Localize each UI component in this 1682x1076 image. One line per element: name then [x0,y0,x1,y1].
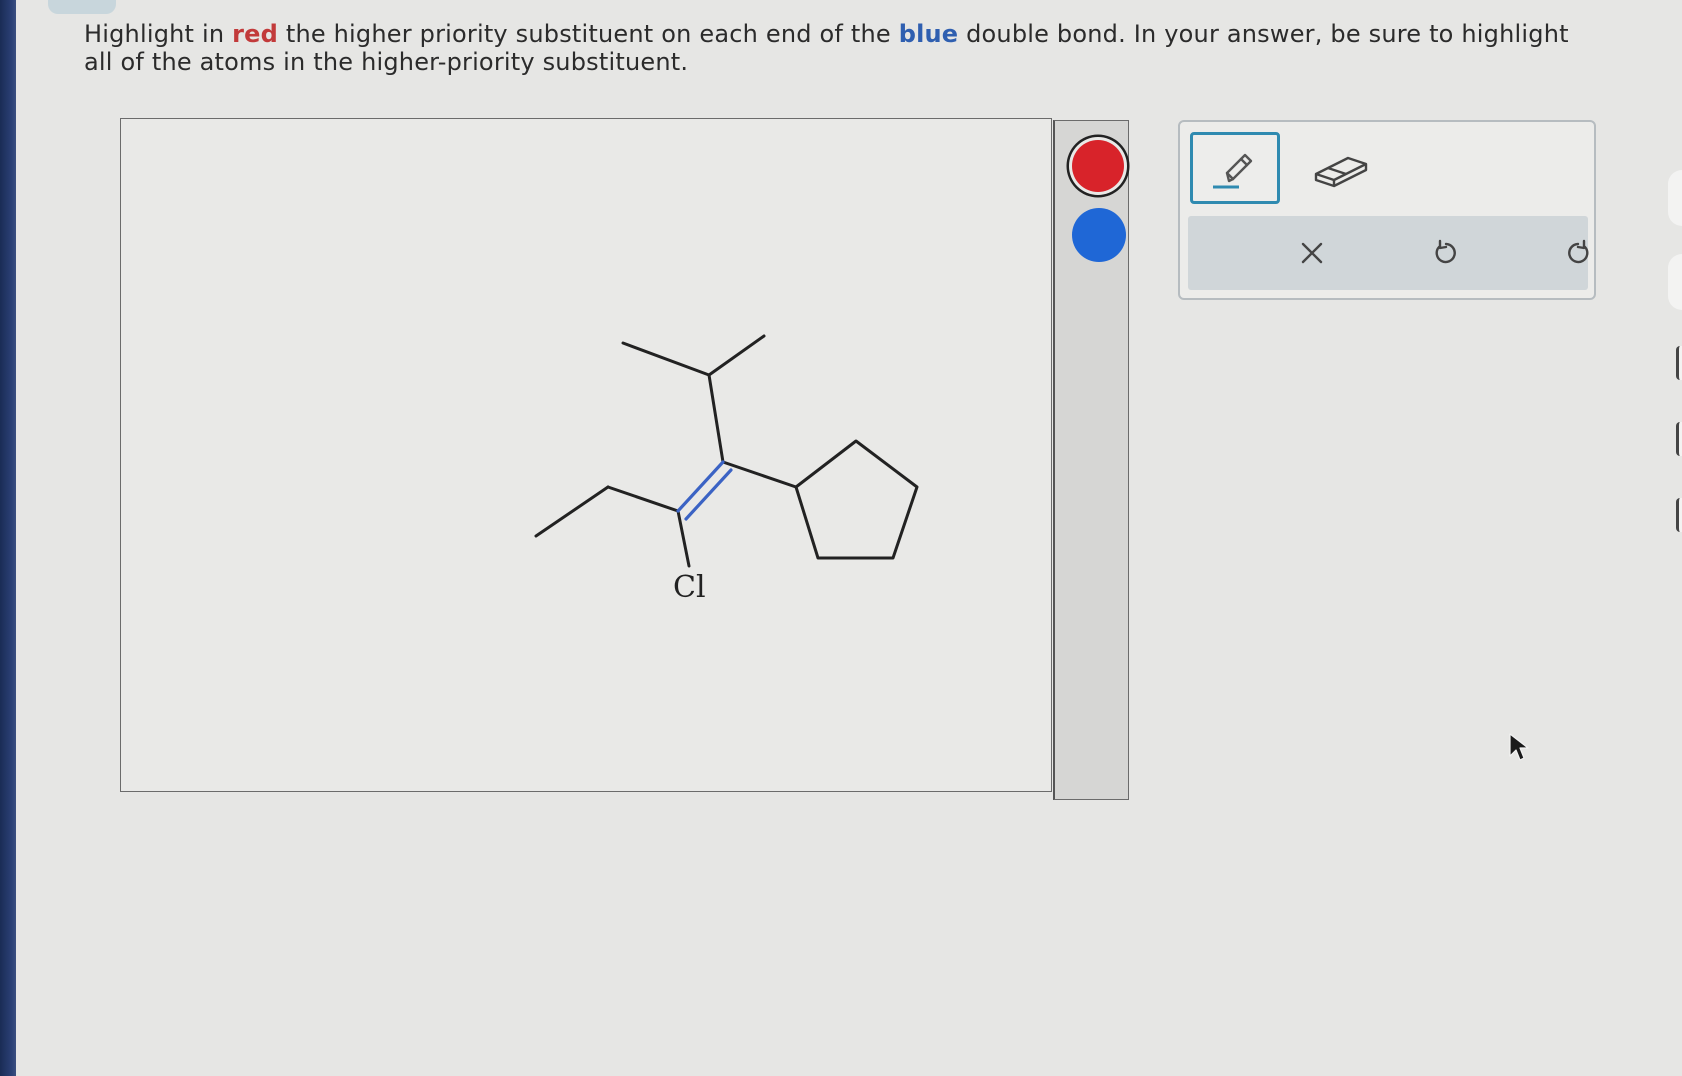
question-text: Highlight in red the higher priority sub… [84,20,1604,76]
question-blue-word: blue [898,20,959,48]
clear-icon [1301,242,1323,264]
double-bond[interactable] [676,460,733,521]
pencil-icon [1213,153,1253,189]
bond-ch-c4[interactable] [707,373,725,464]
bond-c4-ring[interactable] [721,460,798,489]
side-control-1[interactable] [1676,346,1682,380]
red-color-swatch[interactable] [1072,140,1124,192]
top-tab[interactable] [48,0,116,14]
question-part-1: Highlight in [84,20,233,48]
clear-button[interactable] [1282,216,1342,290]
bond-c1-c2[interactable] [534,485,610,538]
side-tab-2[interactable] [1668,254,1682,310]
eraser-tool-button[interactable] [1304,136,1380,200]
mouse-cursor [1509,733,1529,761]
redo-button[interactable] [1548,216,1608,290]
bond-methyl-a[interactable] [621,341,711,377]
cyclopentane-ring[interactable] [794,439,919,560]
eraser-icon [1314,156,1368,188]
side-control-3[interactable] [1676,498,1682,532]
chlorine-label[interactable]: Cl [673,570,706,605]
molecule-structure[interactable]: Cl [120,118,1052,792]
blue-color-swatch[interactable] [1072,208,1126,262]
undo-button[interactable] [1416,216,1476,290]
question-red-word: red [232,20,278,48]
window-edge [0,0,16,1076]
bond-c2-c3[interactable] [606,485,680,513]
question-part-2: the higher priority substituent on each … [278,20,899,48]
undo-icon [1435,239,1456,264]
side-tab-1[interactable] [1668,170,1682,226]
pencil-tool-button[interactable] [1190,132,1280,204]
redo-icon [1568,239,1589,264]
action-bar [1188,216,1589,290]
bond-methyl-b[interactable] [707,334,766,377]
side-control-2[interactable] [1676,422,1682,456]
